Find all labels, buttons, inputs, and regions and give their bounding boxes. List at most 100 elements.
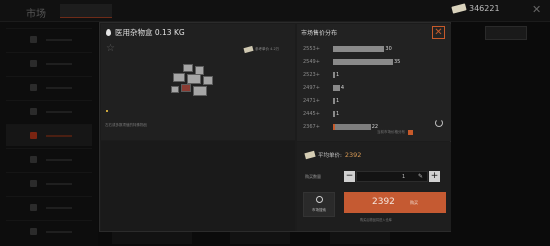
sidebar-item-label [46, 231, 72, 233]
quantity-input[interactable]: 1 ✎ [356, 171, 428, 182]
item-name: 医用杂物盒 0.13 KG [115, 28, 185, 37]
empty-panel [101, 141, 295, 231]
price-tick-label: 2445+ [303, 111, 320, 117]
cash-icon [243, 45, 254, 54]
sidebar-item-label [46, 207, 72, 209]
sidebar-item[interactable] [6, 220, 92, 242]
decrease-button[interactable]: − [344, 171, 355, 182]
price-tick-label: 2523+ [303, 72, 320, 78]
price-bar [333, 59, 393, 65]
medical-icon [30, 132, 37, 139]
item-piece [203, 76, 213, 85]
close-icon[interactable]: ✕ [532, 3, 541, 16]
purchase-dialog: 医用杂物盒 0.13 KG ☆ 参考单价 4.2万 左右或多数项值的特殊物品 市… [99, 22, 451, 232]
price-bar [333, 98, 335, 104]
sidebar-item[interactable] [6, 28, 92, 50]
item-piece [183, 64, 193, 72]
star-icon[interactable]: ☆ [106, 44, 115, 54]
buy-hint: 购买后物品将进入仓库 [360, 218, 392, 222]
sidebar-item-medical[interactable] [6, 124, 92, 146]
bar-value-label: 1 [336, 98, 340, 104]
price-bar-row: 2367+ 22 [303, 123, 449, 131]
background-bottom-button[interactable] [230, 232, 290, 244]
sidebar-item[interactable] [6, 196, 92, 218]
price-bar [333, 111, 335, 117]
category-icon [30, 156, 37, 163]
price-tick-label: 2497+ [303, 85, 320, 91]
sidebar-item[interactable] [6, 100, 92, 122]
category-icon [30, 108, 37, 115]
tab-market[interactable] [60, 4, 112, 18]
sidebar-item-label [46, 183, 72, 185]
rarity-dot [106, 110, 108, 112]
sidebar-item[interactable] [6, 148, 92, 170]
top-bar: 市场 346221 ✕ [0, 0, 550, 22]
price-bar [333, 72, 335, 78]
price-bar [333, 85, 340, 91]
sidebar-item[interactable] [6, 76, 92, 98]
market-search-button[interactable]: 市场搜索 [303, 192, 335, 217]
sidebar-item[interactable] [6, 172, 92, 194]
market-distribution-panel: 市场售价分布 ✕ 2553+ 30 2549+ 35 2523+ 1 2497+ 4 2471+… [297, 24, 451, 141]
price-tick-label: 2549+ [303, 59, 320, 65]
price-bar-row: 2445+ 1 [303, 110, 449, 118]
sidebar-item-label [46, 63, 72, 65]
item-panel: 医用杂物盒 0.13 KG ☆ 参考单价 4.2万 左右或多数项值的特殊物品 [101, 24, 295, 140]
category-icon [30, 36, 37, 43]
price-bar-row: 2549+ 35 [303, 58, 449, 66]
reference-price: 参考单价 4.2万 [243, 45, 280, 54]
buy-label: 购买 [410, 200, 418, 205]
sidebar-item-label [46, 111, 72, 113]
item-piece [173, 73, 185, 82]
average-price-value: 2392 [344, 151, 362, 159]
bar-value-label: 1 [336, 72, 340, 78]
background-button[interactable] [485, 26, 527, 40]
average-price-row: 平均单价: 2392 [304, 150, 362, 160]
quantity-value: 1 [402, 174, 406, 180]
category-icon [30, 204, 37, 211]
sidebar-item-label [46, 87, 72, 89]
checkbox-icon[interactable] [408, 130, 413, 135]
bar-value-label: 30 [385, 46, 392, 52]
refresh-icon[interactable] [435, 119, 443, 127]
price-bar [333, 46, 385, 52]
quantity-label: 购买数量 [305, 174, 321, 179]
pencil-icon[interactable]: ✎ [418, 173, 423, 180]
currency-display: 346221 [451, 3, 500, 14]
drop-icon [106, 29, 111, 36]
average-price-label: 平均单价: [318, 153, 342, 159]
cash-icon [451, 3, 467, 14]
price-tick-label: 2553+ [303, 46, 320, 52]
item-header: 医用杂物盒 0.13 KG [106, 27, 185, 38]
background-bottom-button[interactable] [112, 232, 192, 244]
cash-icon [304, 150, 316, 160]
bar-value-label: 35 [394, 59, 401, 65]
item-image [169, 64, 219, 100]
increase-button[interactable]: + [429, 171, 440, 182]
sidebar-item-label [46, 159, 72, 161]
market-title: 市场售价分布 [301, 30, 338, 37]
background-bottom-button[interactable] [330, 232, 390, 244]
bar-value-label: 4 [340, 85, 345, 91]
price-bar-row: 2553+ 30 [303, 45, 449, 53]
price-tick-label: 2471+ [303, 98, 320, 104]
sidebar-item-label [46, 135, 72, 137]
reference-price-text: 参考单价 4.2万 [255, 47, 280, 51]
item-piece [187, 74, 201, 84]
app-title: 市场 [26, 9, 46, 20]
market-search-label: 市场搜索 [312, 208, 326, 212]
close-button[interactable]: ✕ [432, 26, 445, 39]
chart-legend: 当前市场价格分布 [377, 130, 413, 135]
buy-price: 2392 [372, 197, 395, 207]
buy-button[interactable]: 2392 购买 [344, 192, 446, 213]
item-piece [193, 86, 207, 96]
category-icon [30, 180, 37, 187]
item-piece [181, 84, 191, 92]
price-bar-row: 2471+ 1 [303, 97, 449, 105]
legend-text: 当前市场价格分布 [377, 130, 405, 134]
category-icon [30, 60, 37, 67]
price-bar [333, 124, 371, 130]
search-icon [316, 196, 323, 203]
buy-panel: 平均单价: 2392 购买数量 − 1 ✎ + 市场搜索 2392 购买 购买后… [297, 142, 451, 231]
sidebar-item[interactable] [6, 52, 92, 74]
